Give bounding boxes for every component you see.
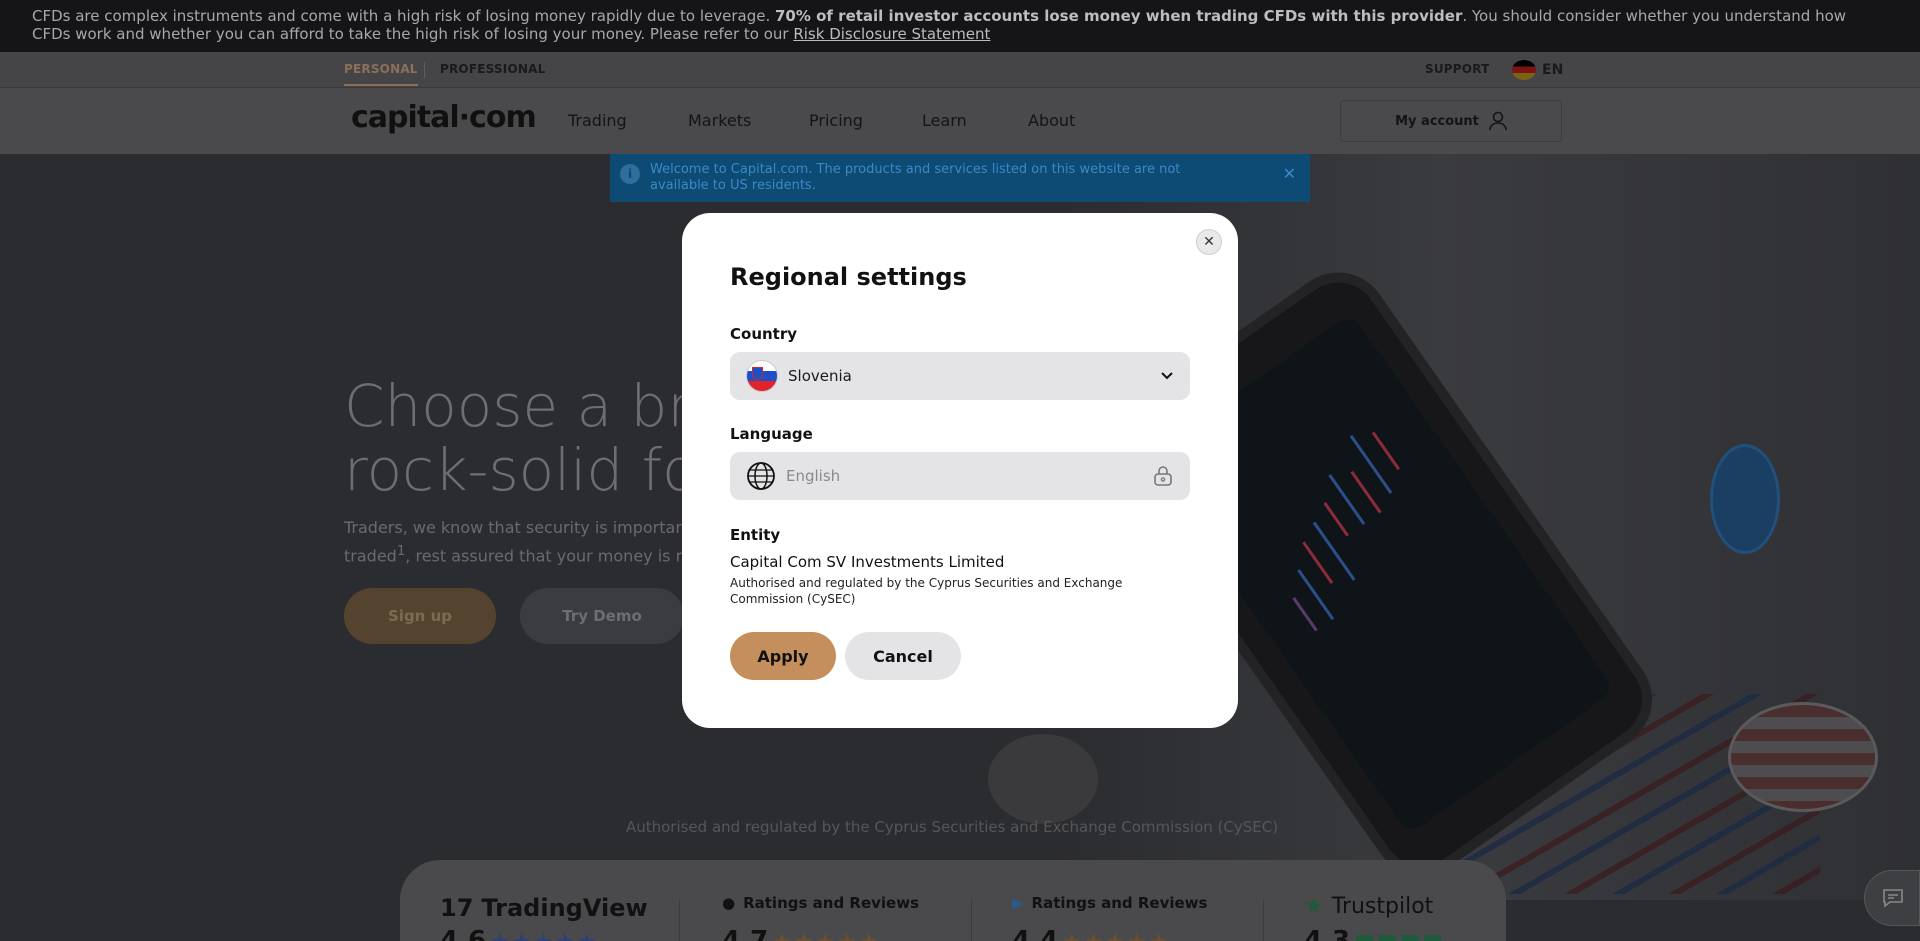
top-bar: PERSONAL PROFESSIONAL SUPPORT EN [0,52,1920,88]
chevron-down-icon [1161,372,1173,380]
nav-item-about[interactable]: About [1028,111,1075,130]
lock-icon [1154,466,1172,486]
tradingview-rating[interactable]: 17 TradingView [440,894,648,922]
capital-com-logo[interactable]: capital·com [351,100,537,135]
dialog-title: Regional settings [730,263,967,291]
trustpilot-star-icon: ★ [1304,894,1324,919]
close-icon[interactable]: ✕ [1283,166,1296,182]
language-value: English [786,467,841,485]
divider [424,62,425,78]
risk-warning-banner: CFDs are complex instruments and come wi… [0,0,1920,52]
regulation-note: Authorised and regulated by the Cyprus S… [625,818,1279,836]
app-store-label: Ratings and Reviews [743,894,920,912]
chat-button[interactable] [1864,870,1920,926]
tab-personal[interactable]: PERSONAL [344,62,418,86]
stars-icon: ■■■■ [1354,930,1445,941]
language-select: English [730,452,1190,500]
trustpilot-label: Trustpilot [1331,894,1434,919]
entity-description: Authorised and regulated by the Cyprus S… [730,576,1123,606]
language-switcher[interactable]: EN [1512,60,1563,80]
trustpilot-score: 4.3 [1304,926,1351,941]
risk-disclosure-link[interactable]: Risk Disclosure Statement [793,25,990,43]
close-button[interactable]: ✕ [1196,229,1222,255]
language-code: EN [1542,62,1564,78]
country-label: Country [730,325,798,343]
welcome-text: Welcome to Capital.com. The products and… [650,162,1181,193]
stars-icon: ★★★★★ [772,930,881,941]
apply-button[interactable]: Apply [730,632,836,680]
hero-text-line-2-a: traded [344,546,397,566]
app-store-rating[interactable]: ● Ratings and Reviews [722,894,919,912]
my-account-label: My account [1395,113,1479,129]
sign-up-button[interactable]: Sign up [344,588,496,644]
nav-item-markets[interactable]: Markets [688,111,751,130]
globe-icon [747,462,775,490]
germany-flag-icon [1512,60,1536,80]
country-value: Slovenia [788,367,852,385]
google-play-score: 4.4 [1012,926,1059,941]
support-link[interactable]: SUPPORT [1425,62,1489,76]
ratings-strip: 17 TradingView ● Ratings and Reviews ▶ R… [400,860,1506,941]
app-store-score: 4.7 [722,926,769,941]
info-icon: i [620,164,640,184]
try-demo-button[interactable]: Try Demo [520,588,684,644]
cancel-button[interactable]: Cancel [845,632,961,680]
tradingview-score: 4.6 [440,926,487,941]
trustpilot-rating[interactable]: ★ Trustpilot [1304,894,1433,919]
tradingview-icon: 17 [440,894,474,922]
country-select[interactable]: Slovenia [730,352,1190,400]
hero-text-line-2-b: , rest assured that your money is ring-f… [405,546,729,566]
divider [679,900,680,941]
decorative-tesla-coin [988,734,1098,824]
nav-item-learn[interactable]: Learn [922,111,967,130]
main-navigation: capital·com Trading Markets Pricing Lear… [0,88,1920,154]
nav-item-pricing[interactable]: Pricing [809,111,863,130]
decorative-us-coin [1728,702,1878,812]
risk-text-start: CFDs are complex instruments and come wi… [32,7,775,25]
divider [971,900,972,941]
my-account-button[interactable]: My account [1340,100,1562,142]
decorative-coin [1710,444,1780,554]
regional-settings-dialog: ✕ Regional settings Country Slovenia Lan… [682,213,1238,728]
user-icon [1489,111,1507,131]
google-play-icon: ▶ [1012,894,1024,912]
nav-item-trading[interactable]: Trading [568,111,627,130]
stars-icon: ★★★★★ [1062,930,1171,941]
apple-icon: ● [722,894,736,912]
google-play-label: Ratings and Reviews [1031,894,1208,912]
chat-icon [1883,889,1903,908]
entity-name: Capital Com SV Investments Limited [730,553,1005,571]
welcome-notice: i Welcome to Capital.com. The products a… [610,154,1310,202]
google-play-rating[interactable]: ▶ Ratings and Reviews [1012,894,1207,912]
entity-label: Entity [730,526,781,544]
divider [1263,900,1264,941]
close-icon: ✕ [1203,234,1215,250]
language-label: Language [730,425,813,443]
tradingview-label: TradingView [481,894,648,922]
slovenia-flag-icon [746,360,778,392]
risk-text-bold: 70% of retail investor accounts lose mon… [775,7,1463,25]
stars-icon: ★★★★★ [490,930,599,941]
tab-professional[interactable]: PROFESSIONAL [440,62,545,76]
